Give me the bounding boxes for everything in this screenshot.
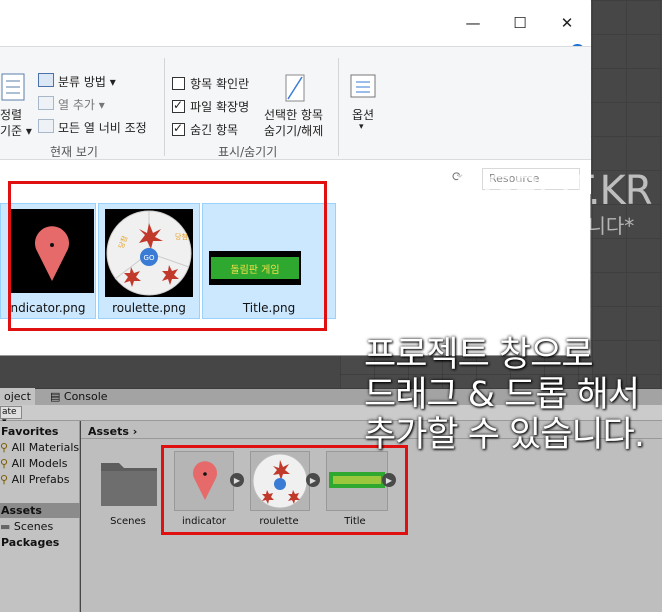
- item-checkboxes-toggle[interactable]: 항목 확인란: [172, 73, 249, 92]
- breadcrumb-arrow-icon: ›: [132, 425, 138, 438]
- group-by-icon: [38, 73, 54, 87]
- sidebar-item-label: All Prefabs: [11, 473, 70, 486]
- show-hide-group-label: 표시/숨기기: [218, 145, 278, 159]
- maximize-button[interactable]: ☐: [497, 8, 543, 38]
- sort-by-icon: [0, 72, 28, 102]
- options-button[interactable]: 옵션: [352, 106, 374, 123]
- sort-by-label-1[interactable]: 정렬: [0, 106, 22, 123]
- sidebar-item-packages[interactable]: Packages: [1, 536, 59, 549]
- fit-columns-button[interactable]: 모든 열 너비 조정: [58, 119, 147, 136]
- hide-selected-label-2[interactable]: 숨기기/해제: [264, 122, 323, 139]
- group-divider: [338, 58, 339, 156]
- search-icon: ⚲: [0, 473, 9, 486]
- sidebar-item-label: All Materials: [11, 441, 80, 454]
- highlight-box-files: [8, 181, 327, 331]
- add-column-icon: [38, 96, 54, 110]
- console-icon: ▤: [50, 390, 64, 403]
- close-button[interactable]: ✕: [544, 8, 590, 38]
- tab-console-label: Console: [63, 390, 108, 403]
- group-by-button[interactable]: 분류 방법 ▾: [58, 73, 116, 90]
- file-extensions-label: 파일 확장명: [190, 100, 250, 114]
- sidebar-item-all-materials[interactable]: ⚲ All Materials: [0, 441, 79, 454]
- folder-icon[interactable]: [100, 457, 158, 507]
- highlight-box-assets: [161, 445, 408, 535]
- tab-project[interactable]: oject: [0, 388, 35, 405]
- hidden-items-label: 숨긴 항목: [190, 123, 239, 137]
- item-checkboxes-label: 항목 확인란: [190, 77, 250, 91]
- watermark-notice: *이미지 무단 사용을 금지합니다*: [356, 214, 635, 238]
- sidebar-item-all-models[interactable]: ⚲ All Models: [0, 457, 67, 470]
- current-view-group-label: 현재 보기: [50, 145, 98, 159]
- sidebar-item-assets[interactable]: Assets: [1, 504, 42, 517]
- options-icon: [350, 74, 376, 98]
- hide-selected-icon: [284, 74, 308, 104]
- sidebar-item-label: Scenes: [13, 520, 54, 533]
- options-dropdown-arrow[interactable]: ▾: [359, 122, 364, 132]
- create-dropdown[interactable]: ate ▾: [0, 406, 22, 427]
- search-icon: ⚲: [0, 441, 9, 454]
- sidebar-item-scenes[interactable]: ▬ Scenes: [0, 520, 53, 533]
- sidebar-item-all-prefabs[interactable]: ⚲ All Prefabs: [0, 473, 70, 486]
- breadcrumb[interactable]: Assets ›: [88, 425, 137, 438]
- breadcrumb-assets[interactable]: Assets: [88, 425, 129, 438]
- group-divider: [164, 58, 165, 156]
- fit-columns-icon: [38, 119, 54, 133]
- checkbox[interactable]: [172, 98, 185, 113]
- add-column-button[interactable]: 열 추가 ▾: [58, 96, 105, 113]
- folder-icon: ▬: [0, 520, 11, 533]
- search-icon: ⚲: [0, 457, 9, 470]
- hide-selected-label-1[interactable]: 선택한 항목: [264, 106, 323, 123]
- checkbox[interactable]: [172, 77, 185, 90]
- hidden-items-toggle[interactable]: 숨긴 항목: [172, 119, 238, 138]
- overlay-text-line-3: 추가할 수 있습니다.: [364, 415, 645, 455]
- tab-console[interactable]: ▤ Console: [46, 388, 112, 405]
- file-extensions-toggle[interactable]: 파일 확장명: [172, 96, 249, 115]
- checkbox[interactable]: [172, 121, 185, 136]
- sidebar-item-label: All Models: [11, 457, 68, 470]
- sort-by-label-2[interactable]: 기준 ▾: [0, 122, 32, 139]
- watermark-title: CODINGBOT.KR: [356, 168, 653, 214]
- asset-label: Scenes: [110, 516, 146, 527]
- minimize-button[interactable]: —: [450, 8, 496, 38]
- favorites-header[interactable]: Favorites: [1, 425, 58, 438]
